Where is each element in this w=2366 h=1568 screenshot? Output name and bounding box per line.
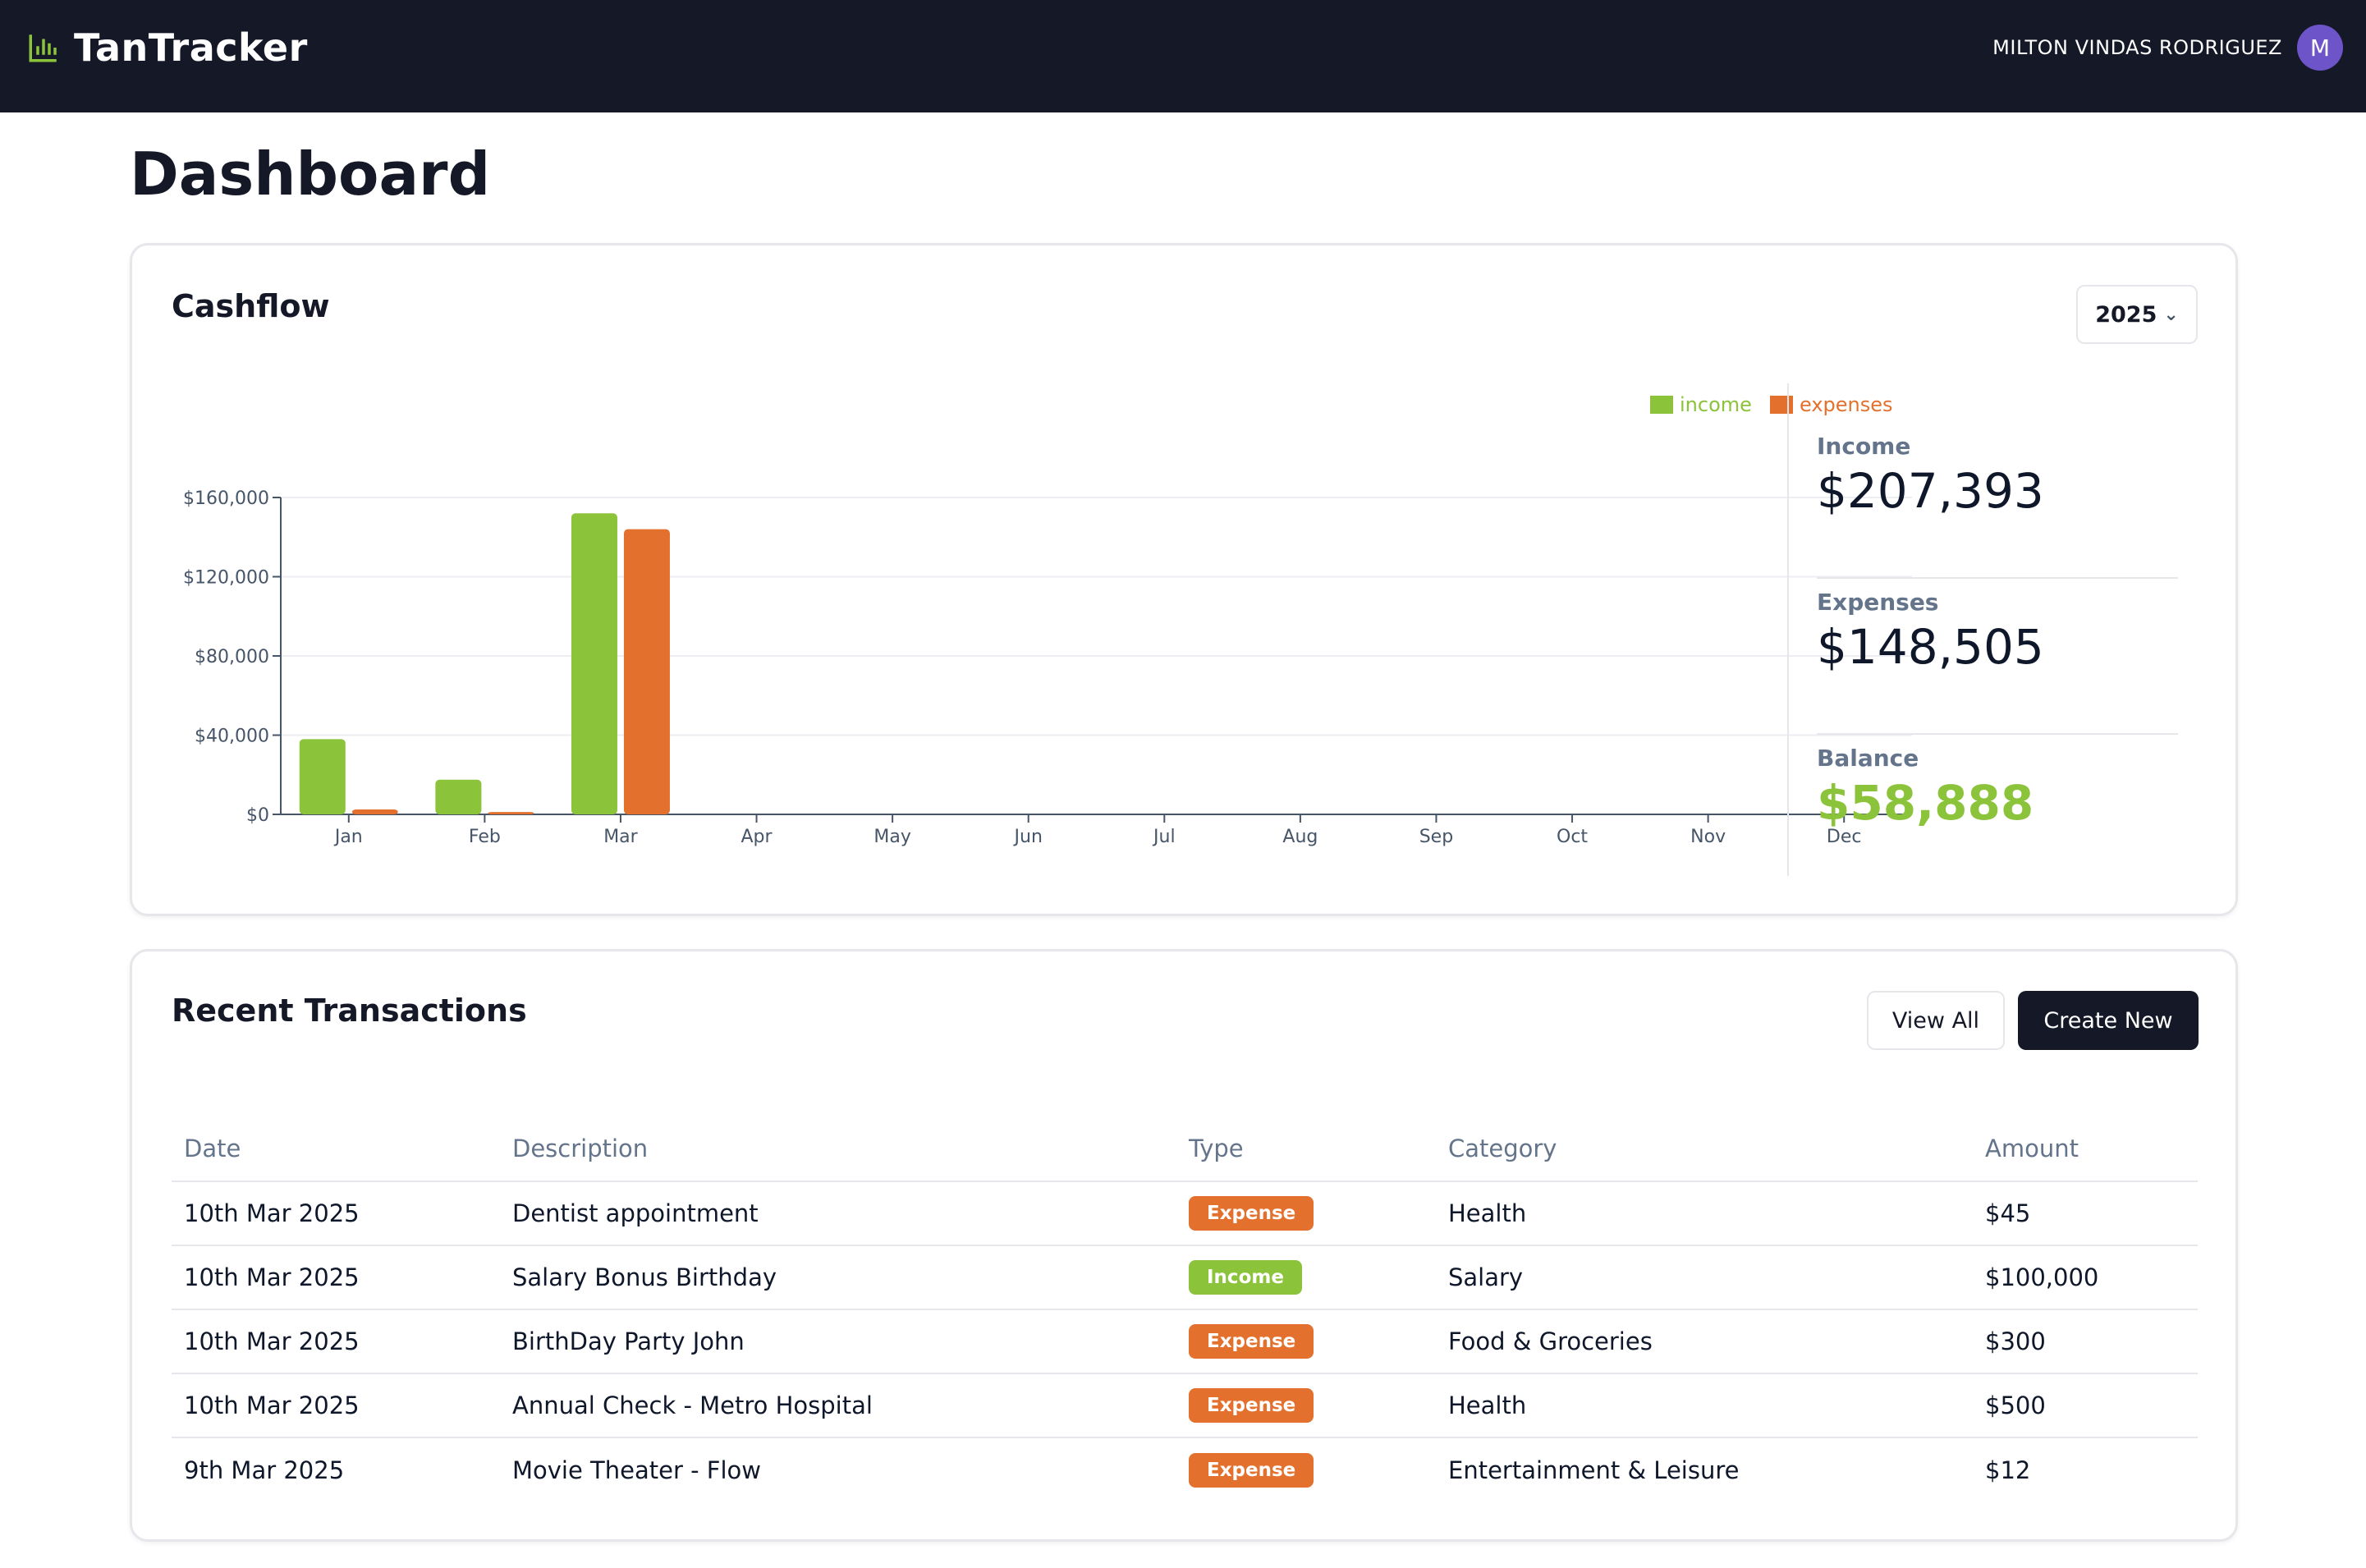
- income-stat-value: $207,393: [1817, 463, 2044, 519]
- table-row[interactable]: 10th Mar 2025 Salary Bonus Birthday Inco…: [172, 1245, 2198, 1310]
- cell-description: Salary Bonus Birthday: [500, 1245, 1176, 1310]
- cell-date: 9th Mar 2025: [184, 1456, 345, 1484]
- legend-swatch-expenses: [1770, 396, 1793, 414]
- top-navbar: TanTracker MILTON VINDAS RODRIGUEZ M: [0, 0, 2366, 112]
- app-name: TanTracker: [74, 25, 308, 70]
- bar-income-mar: [571, 513, 617, 814]
- expenses-stat: Expenses $148,505: [1817, 589, 2178, 735]
- cell-type: Income: [1176, 1245, 1436, 1310]
- cell-date: 10th Mar 2025: [172, 1373, 500, 1438]
- x-tick-label: Nov: [1690, 827, 1726, 847]
- create-new-button[interactable]: Create New: [2018, 991, 2199, 1050]
- table-row[interactable]: 10th Mar 2025 Dentist appointment Expens…: [172, 1181, 2198, 1246]
- cashflow-chart: $0 $40,000 $80,000 $120,000 $160,000 Jan Feb Ma…: [183, 393, 1912, 847]
- column-header-amount[interactable]: Amount: [1973, 1116, 2198, 1182]
- app-logo[interactable]: TanTracker: [26, 23, 308, 72]
- legend-swatch-income: [1650, 396, 1673, 414]
- legend-label-expenses: expenses: [1800, 393, 1893, 416]
- y-tick-label: $0: [246, 805, 269, 826]
- balance-stat: Balance $58,888: [1817, 745, 2178, 891]
- income-stat: Income $207,393: [1817, 433, 2178, 579]
- cell-amount: $12: [1985, 1456, 2031, 1484]
- cell-date: 10th Mar 2025: [172, 1309, 500, 1374]
- page-title: Dashboard: [130, 140, 491, 209]
- type-badge: Income: [1189, 1260, 1302, 1295]
- cell-amount: $500: [1973, 1373, 2198, 1438]
- income-stat-label: Income: [1817, 433, 1911, 460]
- legend-label-income: income: [1680, 393, 1752, 416]
- table-header-row: Date Description Type Category Amount: [172, 1116, 2198, 1182]
- x-tick-label: Feb: [469, 827, 501, 847]
- table-row[interactable]: 9th Mar 2025 Movie Theater - Flow Expens…: [172, 1437, 2198, 1502]
- chevron-down-icon: ⌄: [2163, 304, 2179, 325]
- cell-type: Expense: [1176, 1309, 1436, 1374]
- year-select-value: 2025: [2095, 301, 2157, 328]
- cell-category: Salary: [1436, 1245, 1973, 1310]
- y-tick-label: $160,000: [183, 488, 269, 509]
- view-all-button[interactable]: View All: [1867, 991, 2005, 1050]
- type-badge: Expense: [1189, 1324, 1314, 1359]
- bar-income-feb: [435, 779, 482, 814]
- y-tick-label: $40,000: [195, 727, 269, 747]
- user-avatar[interactable]: M: [2297, 25, 2343, 71]
- cell-description: Movie Theater - Flow: [512, 1456, 761, 1484]
- x-tick-label: Sep: [1419, 827, 1453, 847]
- column-header-type[interactable]: Type: [1176, 1116, 1436, 1182]
- cell-category: Health: [1436, 1373, 1973, 1438]
- bar-expenses-feb: [488, 812, 534, 814]
- cell-amount: $45: [1973, 1181, 2198, 1246]
- cell-amount: $300: [1973, 1309, 2198, 1374]
- table-row[interactable]: 10th Mar 2025 Annual Check - Metro Hospi…: [172, 1373, 2198, 1438]
- x-tick-label: Aug: [1282, 827, 1318, 847]
- cell-description: Dentist appointment: [500, 1181, 1176, 1246]
- cashflow-title: Cashflow: [172, 288, 330, 324]
- column-header-category[interactable]: Category: [1436, 1116, 1973, 1182]
- recent-transactions-card: Recent Transactions View All Create New …: [130, 949, 2238, 1542]
- x-tick-label: Jul: [1152, 827, 1176, 847]
- cell-amount: $100,000: [1973, 1245, 2198, 1310]
- balance-stat-label: Balance: [1817, 745, 1919, 772]
- cell-type: Expense: [1176, 1181, 1436, 1246]
- x-tick-label: Oct: [1557, 827, 1588, 847]
- table-row[interactable]: 10th Mar 2025 BirthDay Party John Expens…: [172, 1309, 2198, 1374]
- cell-type: Expense: [1176, 1373, 1436, 1438]
- expenses-stat-value: $148,505: [1817, 619, 2044, 675]
- cell-category: Entertainment & Leisure: [1448, 1456, 1740, 1484]
- cashflow-card: Cashflow 2025 ⌄ $0 $40,000 $80,000 $120,000…: [130, 243, 2238, 916]
- x-tick-label: Jan: [333, 827, 363, 847]
- y-tick-label: $80,000: [195, 647, 269, 667]
- cell-description: Annual Check - Metro Hospital: [500, 1373, 1176, 1438]
- cell-type: Expense: [1176, 1437, 1436, 1502]
- bar-chart-icon: [29, 34, 57, 62]
- cell-date: 10th Mar 2025: [172, 1181, 500, 1246]
- column-header-description[interactable]: Description: [500, 1116, 1176, 1182]
- user-name: MILTON VINDAS RODRIGUEZ: [1992, 36, 2282, 59]
- cashflow-stats: Income $207,393 Expenses $148,505 Balanc…: [1817, 433, 2178, 891]
- column-header-date[interactable]: Date: [172, 1116, 500, 1182]
- cell-category: Health: [1436, 1181, 1973, 1246]
- y-tick-label: $120,000: [183, 568, 269, 589]
- x-tick-label: Mar: [603, 827, 638, 847]
- type-badge: Expense: [1189, 1196, 1314, 1231]
- x-tick-label: May: [873, 827, 910, 847]
- balance-stat-value: $58,888: [1817, 775, 2034, 831]
- x-tick-label: Jun: [1013, 827, 1043, 847]
- chart-stats-divider: [1787, 383, 1789, 876]
- cell-date: 10th Mar 2025: [172, 1245, 500, 1310]
- x-tick-label: Apr: [741, 827, 773, 847]
- bar-expenses-mar: [623, 529, 670, 814]
- type-badge: Expense: [1189, 1452, 1314, 1488]
- transactions-table: Date Description Type Category Amount 10…: [172, 1116, 2198, 1502]
- cell-description: BirthDay Party John: [500, 1309, 1176, 1374]
- cell-category: Food & Groceries: [1436, 1309, 1973, 1374]
- user-menu[interactable]: MILTON VINDAS RODRIGUEZ M: [1992, 25, 2343, 71]
- recent-transactions-title: Recent Transactions: [172, 993, 527, 1029]
- type-badge: Expense: [1189, 1388, 1314, 1423]
- bar-income-jan: [299, 739, 346, 814]
- year-select[interactable]: 2025 ⌄: [2076, 285, 2198, 344]
- expenses-stat-label: Expenses: [1817, 589, 1939, 616]
- bar-expenses-jan: [351, 809, 398, 814]
